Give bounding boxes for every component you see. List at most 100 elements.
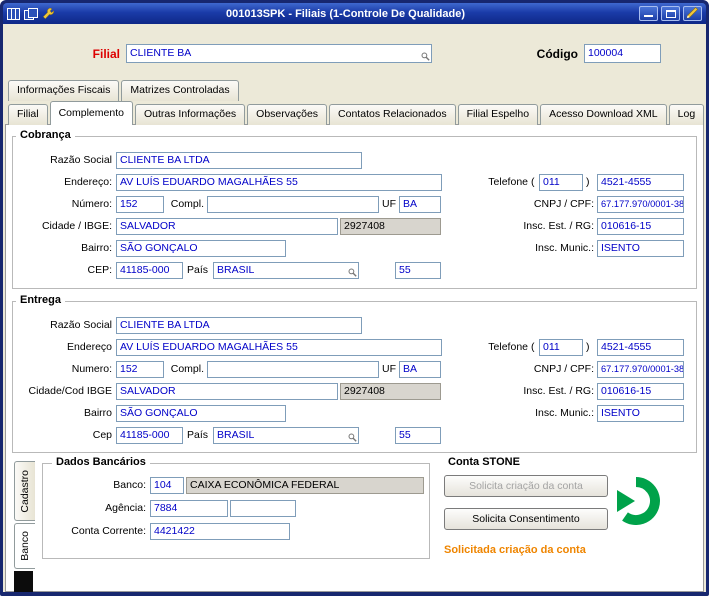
lookup-icon[interactable]: [348, 433, 357, 442]
agencia-digito-field[interactable]: [230, 500, 296, 517]
cobranca-uf-field[interactable]: BA: [399, 196, 441, 213]
cobranca-paren-close: ): [586, 176, 590, 188]
conta-corrente-field[interactable]: 4421422: [150, 523, 290, 540]
cobranca-pais-field[interactable]: BRASIL: [213, 262, 359, 279]
cobranca-compl-label: Compl.: [170, 198, 204, 210]
cobranca-cep-label: CEP:: [87, 264, 112, 276]
entrega-pais-field[interactable]: BRASIL: [213, 427, 359, 444]
cobranca-cidade-field[interactable]: SALVADOR: [116, 218, 338, 235]
codigo-label: Código: [536, 47, 578, 61]
banco-nome-field: CAIXA ECONÔMICA FEDERAL: [186, 477, 424, 494]
filial-field[interactable]: CLIENTE BA: [126, 44, 432, 63]
entrega-insc-munic-label: Insc. Munic.:: [535, 407, 594, 419]
cobranca-endereco-label: Endereço:: [64, 176, 112, 188]
cobranca-group-title: Cobrança: [16, 129, 75, 141]
cobranca-bairro-label: Bairro:: [81, 242, 112, 254]
cobranca-insc-est-label: Insc. Est. / RG:: [523, 220, 594, 232]
cobranca-ddi-field[interactable]: 55: [395, 262, 441, 279]
entrega-ddd-field[interactable]: 011: [539, 339, 583, 356]
pencil-icon[interactable]: [683, 6, 702, 21]
banco-codigo-field[interactable]: 104: [150, 477, 184, 494]
entrega-paren-close: ): [586, 341, 590, 353]
tab-informacoes-fiscais[interactable]: Informações Fiscais: [8, 80, 120, 101]
entrega-telefone-label: Telefone: [488, 341, 528, 353]
entrega-endereco-label: Endereço: [67, 341, 112, 353]
cobranca-cep-field[interactable]: 41185-000: [116, 262, 183, 279]
conta-stone-title: Conta STONE: [448, 456, 520, 468]
cobranca-insc-munic-field[interactable]: ISENTO: [597, 240, 684, 257]
entrega-razao-social-field[interactable]: CLIENTE BA LTDA: [116, 317, 362, 334]
tab-filial-espelho[interactable]: Filial Espelho: [457, 104, 539, 125]
cobranca-fone-field[interactable]: 4521-4555: [597, 174, 684, 191]
side-tab-banco[interactable]: Banco: [14, 523, 35, 569]
lookup-icon[interactable]: [421, 52, 430, 61]
entrega-compl-field[interactable]: [207, 361, 379, 378]
tab-log[interactable]: Log: [668, 104, 705, 125]
entrega-fone-field[interactable]: 4521-4555: [597, 339, 684, 356]
entrega-cidade-label: Cidade/Cod IBGE: [28, 385, 112, 397]
app-window: 001013SPK - Filiais (1-Controle De Quali…: [0, 0, 709, 596]
solicita-criacao-button: Solicita criação da conta: [444, 475, 608, 497]
entrega-numero-label: Numero:: [71, 363, 112, 375]
tab-acesso-download-xml[interactable]: Acesso Download XML: [540, 104, 667, 125]
entrega-insc-est-field[interactable]: 010616-15: [597, 383, 684, 400]
entrega-uf-field[interactable]: BA: [399, 361, 441, 378]
entrega-ibge-field: 2927408: [340, 383, 441, 400]
filial-label: Filial: [92, 47, 120, 61]
cobranca-endereco-field[interactable]: AV LUÍS EDUARDO MAGALHÃES 55: [116, 174, 442, 191]
tab-outras-informacoes[interactable]: Outras Informações: [134, 104, 246, 125]
cobranca-compl-field[interactable]: [207, 196, 379, 213]
cobranca-numero-label: Número:: [71, 198, 112, 210]
cobranca-razao-social-field[interactable]: CLIENTE BA LTDA: [116, 152, 362, 169]
tab-complemento[interactable]: Complemento: [49, 101, 133, 125]
window-title: 001013SPK - Filiais (1-Controle De Quali…: [225, 7, 465, 20]
entrega-cep-field[interactable]: 41185-000: [116, 427, 183, 444]
side-tab-cadastro[interactable]: Cadastro: [14, 461, 35, 521]
titlebar[interactable]: 001013SPK - Filiais (1-Controle De Quali…: [3, 3, 706, 24]
wrench-icon[interactable]: [42, 7, 55, 20]
tab-filial[interactable]: Filial: [8, 104, 48, 125]
tab-row-lower: Filial Complemento Outras Informações Ob…: [8, 101, 706, 125]
side-tab-spacer-block: [14, 571, 33, 592]
entrega-bairro-field[interactable]: SÃO GONÇALO: [116, 405, 286, 422]
cobranca-uf-label: UF: [382, 198, 396, 210]
lookup-icon[interactable]: [348, 268, 357, 277]
entrega-razao-social-label: Razão Social: [50, 319, 112, 331]
cobranca-paren-open: (: [531, 176, 535, 188]
cobranca-ddd-field[interactable]: 011: [539, 174, 583, 191]
entrega-numero-field[interactable]: 152: [116, 361, 164, 378]
tab-observacoes[interactable]: Observações: [247, 104, 328, 125]
cascade-icon[interactable]: [24, 7, 38, 20]
banco-label: Banco:: [113, 479, 146, 491]
entrega-cidade-field[interactable]: SALVADOR: [116, 383, 338, 400]
entrega-cnpj-label: CNPJ / CPF:: [533, 363, 594, 375]
dados-bancarios-title: Dados Bancários: [52, 456, 150, 468]
window-icon[interactable]: [7, 7, 20, 20]
codigo-field[interactable]: 100004: [584, 44, 661, 63]
stone-logo-icon: [612, 477, 660, 525]
entrega-uf-label: UF: [382, 363, 396, 375]
cobranca-insc-est-field[interactable]: 010616-15: [597, 218, 684, 235]
solicita-consentimento-button[interactable]: Solicita Consentimento: [444, 508, 608, 530]
cobranca-cnpj-field[interactable]: 67.177.970/0001-38: [597, 196, 684, 213]
entrega-paren-open: (: [531, 341, 535, 353]
entrega-insc-munic-field[interactable]: ISENTO: [597, 405, 684, 422]
entrega-ddi-field[interactable]: 55: [395, 427, 441, 444]
agencia-field[interactable]: 7884: [150, 500, 228, 517]
agencia-label: Agência:: [105, 502, 146, 514]
cobranca-numero-field[interactable]: 152: [116, 196, 164, 213]
tab-contatos-relacionados[interactable]: Contatos Relacionados: [329, 104, 456, 125]
minimize-icon[interactable]: [639, 6, 658, 21]
entrega-bairro-label: Bairro: [83, 407, 112, 419]
tab-matrizes-controladas[interactable]: Matrizes Controladas: [121, 80, 239, 101]
cobranca-insc-munic-label: Insc. Munic.:: [535, 242, 594, 254]
maximize-icon[interactable]: [661, 6, 680, 21]
entrega-endereco-field[interactable]: AV LUÍS EDUARDO MAGALHÃES 55: [116, 339, 442, 356]
tab-row-upper: Informações Fiscais Matrizes Controladas: [8, 80, 241, 101]
cobranca-pais-label: País: [187, 264, 209, 276]
entrega-cnpj-field[interactable]: 67.177.970/0001-38: [597, 361, 684, 378]
stone-status-text: Solicitada criação da conta: [444, 544, 586, 556]
entrega-insc-est-label: Insc. Est. / RG:: [523, 385, 594, 397]
cobranca-cidade-label: Cidade / IBGE:: [41, 220, 112, 232]
cobranca-bairro-field[interactable]: SÃO GONÇALO: [116, 240, 286, 257]
